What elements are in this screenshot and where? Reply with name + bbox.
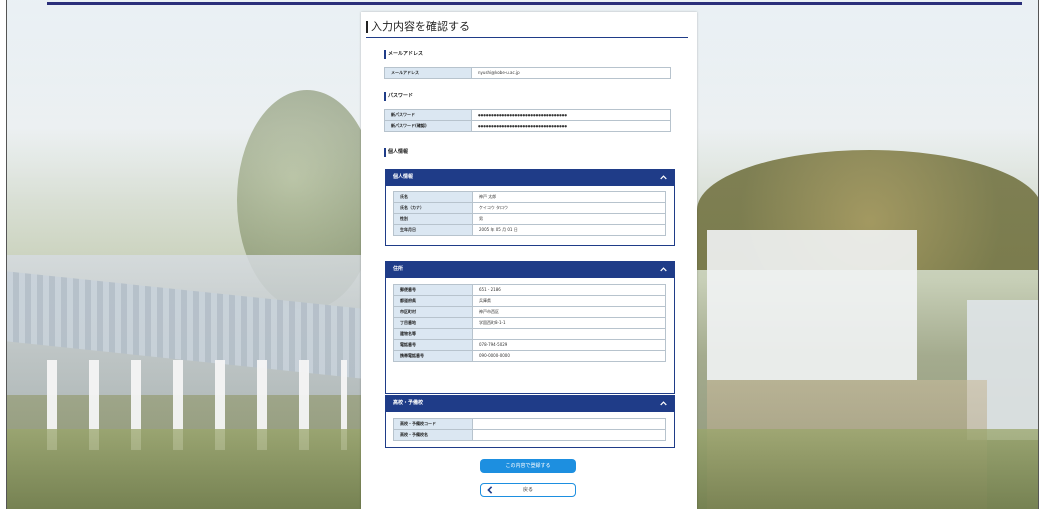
building-right xyxy=(707,230,917,380)
school-table: 高校・予備校コード 高校・予備校名 xyxy=(393,418,666,441)
register-button[interactable]: この内容で登録する xyxy=(480,459,576,473)
row-label: 新パスワード xyxy=(384,109,472,121)
row-label: 氏名 xyxy=(393,191,473,203)
row-label: 電話番号 xyxy=(393,339,473,351)
confirmation-panel: 入力内容を確認する メールアドレス メールアドレス nyushi@kobe-u.… xyxy=(361,12,697,509)
table-row: 建物名等 xyxy=(393,328,666,340)
password-table: 新パスワード ●●●●●●●●●●●●●●●●●●●●●●●●●●●●●●●●●… xyxy=(384,109,671,132)
row-label: メールアドレス xyxy=(384,67,472,79)
table-row: 高校・予備校名 xyxy=(393,429,666,441)
table-row: 丁目番地 学園西町8-1-1 xyxy=(393,317,666,329)
table-row: 市区町村 神戸市西区 xyxy=(393,306,666,318)
school-accordion-body: 高校・予備校コード 高校・予備校名 xyxy=(385,412,675,448)
row-value: nyushi@kobe-u.ac.jp xyxy=(471,67,671,79)
row-label: 郵便番号 xyxy=(393,284,473,296)
table-row: 性別男 xyxy=(393,213,666,225)
back-button-label: 戻る xyxy=(522,487,533,493)
row-value: ●●●●●●●●●●●●●●●●●●●●●●●●●●●●●●●●●● xyxy=(471,120,671,132)
email-table: メールアドレス nyushi@kobe-u.ac.jp xyxy=(384,67,671,79)
row-label: 建物名等 xyxy=(393,328,473,340)
chevron-left-icon xyxy=(487,486,493,494)
row-label: 市区町村 xyxy=(393,306,473,318)
chevron-up-icon[interactable] xyxy=(660,400,667,407)
address-accordion-header[interactable]: 住所 xyxy=(385,261,675,278)
row-value: ●●●●●●●●●●●●●●●●●●●●●●●●●●●●●●●●●● xyxy=(471,109,671,121)
row-label: 携帯電話番号 xyxy=(393,350,473,362)
table-row: 生年月日 2005 年 05 月 01 日 xyxy=(393,224,666,236)
table-row: 氏名（カナ） ケイコウ タロウ xyxy=(393,202,666,214)
table-row: メールアドレス nyushi@kobe-u.ac.jp xyxy=(384,67,671,79)
row-value: 学園西町8-1-1 xyxy=(472,317,666,329)
table-row: 携帯電話番号 090-0000-0000 xyxy=(393,350,666,362)
row-label: 高校・予備校名 xyxy=(393,429,473,441)
accordion-title: 住所 xyxy=(393,266,404,272)
row-value xyxy=(472,328,666,340)
school-accordion-header[interactable]: 高校・予備校 xyxy=(385,395,675,412)
page-title: 入力内容を確認する xyxy=(366,18,688,38)
row-value: 神戸 太郎 xyxy=(472,191,666,203)
personal-table: 氏名 神戸 太郎 氏名（カナ） ケイコウ タロウ 性別男 生年月日 2005 年 05… xyxy=(393,191,666,236)
table-row: 新パスワード(確認) ●●●●●●●●●●●●●●●●●●●●●●●●●●●●●… xyxy=(384,120,671,132)
row-label: 高校・予備校コード xyxy=(393,418,473,430)
personal-accordion-body: 氏名 神戸 太郎 氏名（カナ） ケイコウ タロウ 性別男 生年月日 2005 年 05… xyxy=(385,186,675,246)
chevron-up-icon[interactable] xyxy=(660,266,667,273)
row-value: 090-0000-0000 xyxy=(472,350,666,362)
row-value: 651 - 2186 xyxy=(472,284,666,296)
row-value: ケイコウ タロウ xyxy=(472,202,666,214)
table-row: 氏名 神戸 太郎 xyxy=(393,191,666,203)
row-value: 兵庫県 xyxy=(472,295,666,307)
address-accordion-body: 郵便番号 651 - 2186 都道府県 兵庫県 市区町村 神戸市西区 丁目番地 学園西… xyxy=(385,278,675,394)
back-button[interactable]: 戻る xyxy=(480,483,576,497)
row-label: 生年月日 xyxy=(393,224,473,236)
row-value: 078-794-5029 xyxy=(472,339,666,351)
table-row: 電話番号 078-794-5029 xyxy=(393,339,666,351)
personal-accordion-header[interactable]: 個人情報 xyxy=(385,169,675,186)
row-value: 男 xyxy=(472,213,666,225)
top-divider xyxy=(47,2,1022,5)
row-label: 性別 xyxy=(393,213,473,225)
section-label-email: メールアドレス xyxy=(384,50,423,59)
row-label: 都道府県 xyxy=(393,295,473,307)
row-value: 2005 年 05 月 01 日 xyxy=(472,224,666,236)
address-table: 郵便番号 651 - 2186 都道府県 兵庫県 市区町村 神戸市西区 丁目番地 学園西… xyxy=(393,284,666,362)
row-label: 新パスワード(確認) xyxy=(384,120,472,132)
section-label-password: パスワード xyxy=(384,92,413,101)
row-label: 氏名（カナ） xyxy=(393,202,473,214)
accordion-title: 個人情報 xyxy=(393,174,414,180)
table-row: 郵便番号 651 - 2186 xyxy=(393,284,666,296)
chevron-up-icon[interactable] xyxy=(660,174,667,181)
accordion-title: 高校・予備校 xyxy=(393,400,424,406)
table-row: 新パスワード ●●●●●●●●●●●●●●●●●●●●●●●●●●●●●●●●●… xyxy=(384,109,671,121)
section-label-personal: 個人情報 xyxy=(384,148,408,157)
row-value xyxy=(472,429,666,441)
table-row: 高校・予備校コード xyxy=(393,418,666,430)
row-label: 丁目番地 xyxy=(393,317,473,329)
table-row: 都道府県 兵庫県 xyxy=(393,295,666,307)
row-value xyxy=(472,418,666,430)
row-value: 神戸市西区 xyxy=(472,306,666,318)
